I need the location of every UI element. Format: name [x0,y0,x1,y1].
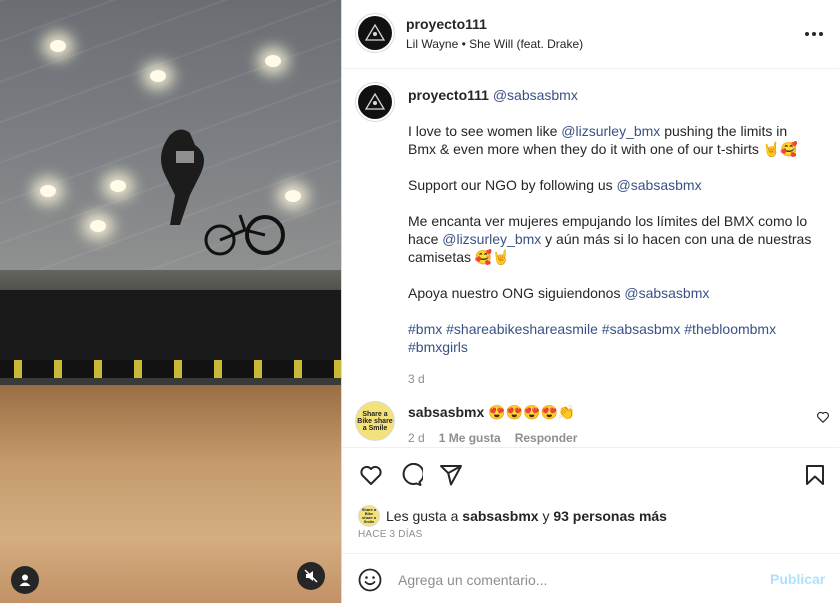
post-actions: Share a Bike share a Smile Les gusta a s… [342,447,839,553]
more-icon-dot [819,32,823,36]
mention-link[interactable]: @lizsurley_bmx [442,231,541,247]
hashtag-link[interactable]: #sabsasbmx [602,321,681,337]
liker-username[interactable]: sabsasbmx [462,508,538,524]
bike-figure [204,214,285,256]
post-video[interactable] [0,0,341,603]
author-avatar[interactable] [355,13,395,53]
more-options-button[interactable] [802,24,826,44]
hashtag-link[interactable]: #bmx [408,321,442,337]
ceiling-light [40,185,56,197]
caption-username[interactable]: proyecto111 [408,87,489,103]
comment-icon [402,463,423,486]
tagged-users-button[interactable] [11,566,39,594]
heart-icon [360,465,382,485]
save-button[interactable] [802,462,828,488]
logo-icon [364,92,386,110]
share-button[interactable] [438,462,464,488]
comment-body: sabsasbmx 😍😍😍😍👏 [408,404,575,421]
comment-text: 😍😍😍😍👏 [488,404,576,420]
caption-mention[interactable]: @sabsasbmx [493,87,578,103]
likes-mid: y [538,508,554,524]
liker-avatar-text: Share a Bike share a Smile [361,507,377,524]
send-icon [440,465,462,486]
comment-time[interactable]: 2 d [408,431,425,445]
comment-meta: 2 d 1 Me gusta Responder [408,431,577,445]
ceiling-light [110,180,126,192]
hashtags: #bmx #shareabikeshareasmile #sabsasbmx #… [408,320,818,356]
commenter-username[interactable]: sabsasbmx [408,404,484,420]
post-details-panel: proyecto111 Lil Wayne • She Will (feat. … [341,0,839,603]
person-icon [19,574,31,586]
ramp-surface [0,385,341,603]
mute-button[interactable] [297,562,325,590]
caption-text: Support our NGO by following us [408,177,617,193]
comment-item: Share a Bike share a Smile sabsasbmx 😍😍😍… [342,399,839,447]
more-icon-dot [812,32,816,36]
hashtag-link[interactable]: #bmxgirls [408,339,468,355]
likes-others-link[interactable]: 93 personas más [553,508,667,524]
mention-link[interactable]: @sabsasbmx [624,285,709,301]
caption-time[interactable]: 3 d [408,370,818,388]
ceiling-light [265,55,281,67]
comment-heart-icon[interactable] [816,410,830,424]
publish-button[interactable]: Publicar [770,571,825,587]
emoji-icon[interactable] [358,568,382,592]
logo-icon [364,23,386,41]
author-username[interactable]: proyecto111 [406,16,487,32]
commenter-avatar[interactable]: Share a Bike share a Smile [355,401,395,441]
likes-summary: Share a Bike share a Smile Les gusta a s… [358,505,667,527]
muted-speaker-icon [304,569,318,583]
comment-input[interactable] [398,567,758,593]
post-timestamp[interactable]: HACE 3 DÍAS [358,529,422,540]
caption: proyecto111 @sabsasbmx I love to see wom… [408,86,818,388]
comment-button[interactable] [398,462,424,488]
ceiling-light [150,70,166,82]
post-header: proyecto111 Lil Wayne • She Will (feat. … [342,0,839,69]
hashtag-link[interactable]: #shareabikeshareasmile [446,321,598,337]
ceiling-light [50,40,66,52]
mention-link[interactable]: @lizsurley_bmx [561,123,660,139]
commenter-avatar-text: Share a Bike share a Smile [357,410,393,432]
bookmark-icon [806,465,824,485]
add-comment-bar: Publicar [342,553,839,603]
caption-text: I love to see women like [408,123,562,139]
reply-button[interactable]: Responder [515,431,578,445]
likes-prefix: Les gusta a [386,508,463,524]
caption-text: Apoya nuestro ONG siguiendonos [408,285,625,301]
hashtag-link[interactable]: #thebloombmx [684,321,776,337]
audio-track[interactable]: Lil Wayne • She Will (feat. Drake) [406,37,583,51]
like-button[interactable] [358,462,384,488]
more-icon [805,32,809,36]
caption-avatar[interactable] [355,82,395,122]
ceiling-light [90,220,106,232]
liker-avatar[interactable]: Share a Bike share a Smile [358,505,380,527]
ramp-banner [0,290,341,390]
comments-list[interactable]: proyecto111 @sabsasbmx I love to see wom… [342,69,839,447]
comment-likes[interactable]: 1 Me gusta [439,431,501,445]
mention-link[interactable]: @sabsasbmx [617,177,702,193]
